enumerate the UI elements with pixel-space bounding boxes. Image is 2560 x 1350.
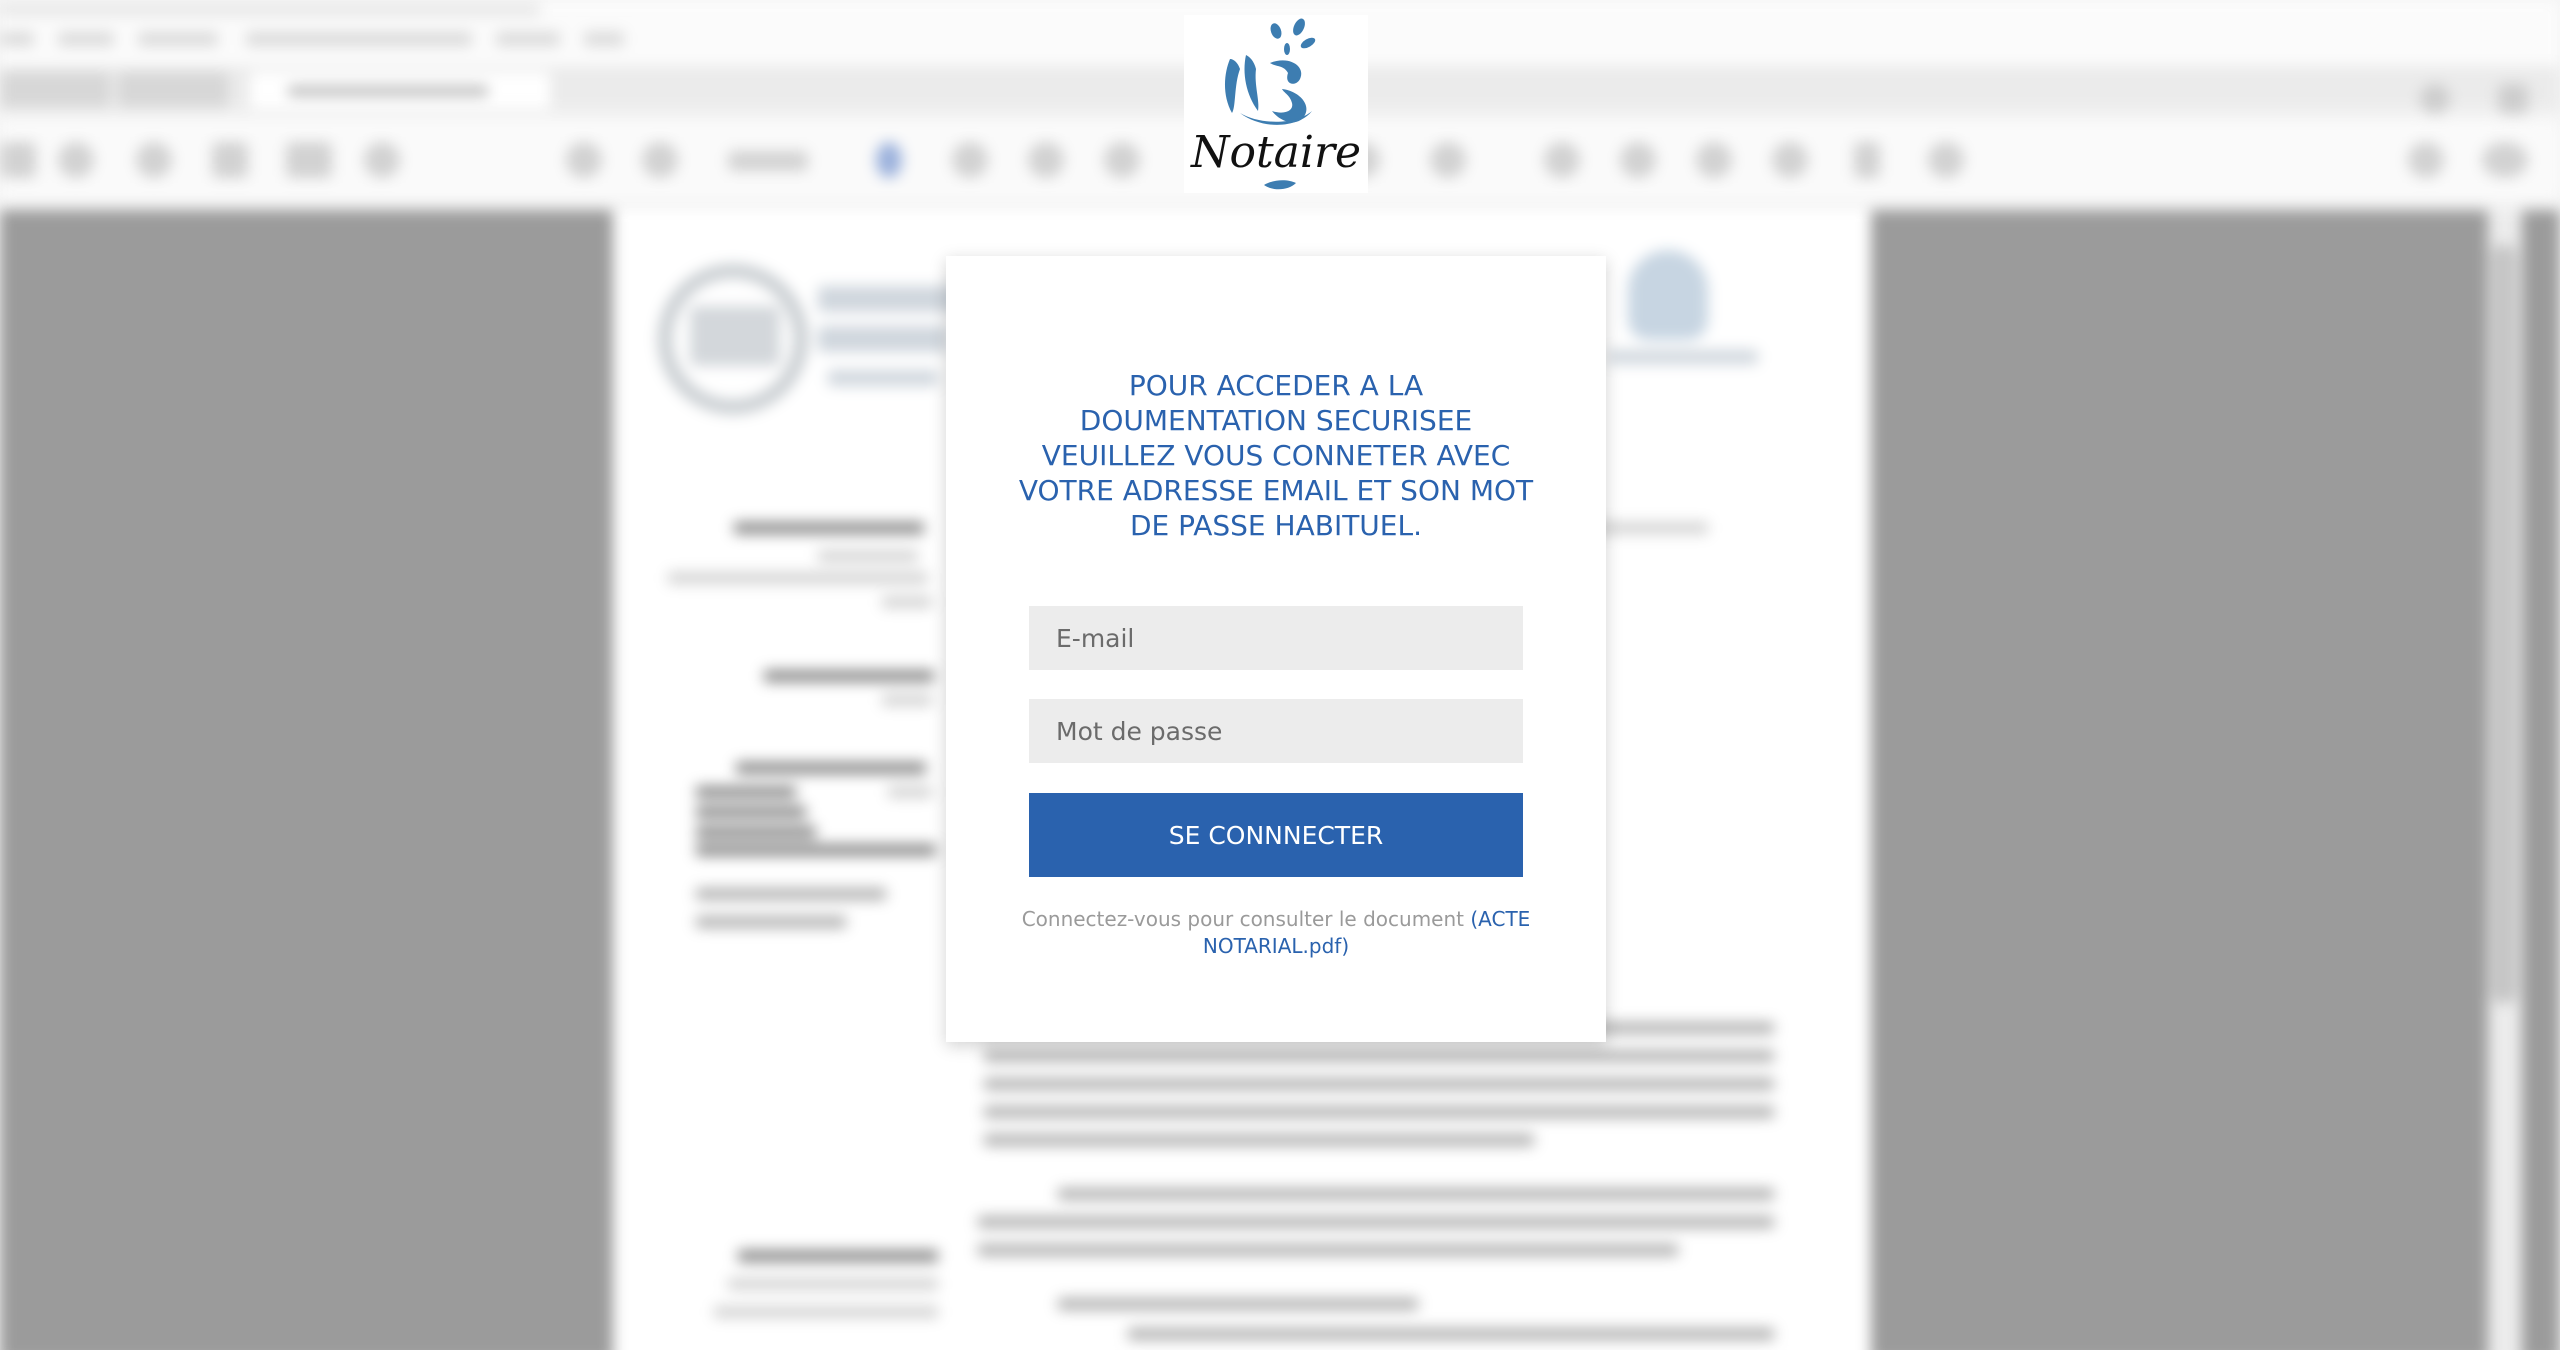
notaire-logo: Notaire [1184,15,1368,193]
bg-doc-line [734,522,924,534]
bg-menu-item [58,32,114,46]
login-hint: Connectez-vous pour consulter le documen… [1016,906,1536,960]
bg-doc-right-logo [1628,250,1708,340]
bg-doc-line [818,550,918,562]
bg-doc-line [1058,1298,1418,1310]
bg-doc-line [882,596,932,608]
bg-tab [0,72,110,108]
bg-doc-line [728,1278,938,1290]
bg-doc-logo-mark [690,306,780,366]
bg-doc-line [696,826,816,838]
bg-doc-line [984,1134,1534,1146]
bg-doc-logo-text [1608,350,1758,364]
bg-doc-line [888,786,932,798]
password-field[interactable] [1029,699,1523,763]
bg-tool-icon [1772,142,1808,178]
bg-window-title [0,4,540,16]
bg-menu-item [496,32,560,46]
bg-menu-item [584,32,624,46]
bg-tool-icon [952,142,988,178]
bg-doc-line [984,1078,1774,1090]
bg-doc-line [882,694,932,706]
bg-menu-item [138,32,218,46]
bg-notification-icon [2498,84,2528,114]
bg-doc-line [736,762,926,774]
bg-doc-line [696,844,936,856]
bg-menu-item [0,32,34,46]
bg-tool-icon [1104,142,1140,178]
bg-doc-line [1058,1188,1774,1200]
bg-doc-line [978,1216,1774,1228]
login-button[interactable]: SE CONNNECTER [1029,793,1523,877]
bg-tool-icon [2482,142,2528,178]
bg-tab-label [288,86,488,96]
bg-doc-logo-text [828,370,938,386]
bg-tab [118,72,228,108]
bg-tool-icon [2408,142,2444,178]
bg-tool-icon [1544,142,1580,178]
bg-doc-line [1128,1328,1774,1340]
bg-doc-logo-text [818,326,948,352]
bg-tool-icon [1696,142,1732,178]
bg-tool-icon [1620,142,1656,178]
bg-scrollbar-thumb [2492,244,2516,1004]
bg-doc-line [696,916,846,928]
bg-help-icon [2420,84,2450,114]
bg-doc-line [696,806,806,818]
bg-doc-line [738,1250,938,1262]
login-hint-text: Connectez-vous pour consulter le documen… [1021,907,1464,931]
bg-tool-icon [1854,142,1880,178]
bg-tool-icon [1028,142,1064,178]
bg-tool-icon [566,142,602,178]
bg-tool-icon [876,142,902,178]
login-modal: POUR ACCEDER A LA DOUMENTATION SECURISEE… [946,256,1606,1042]
bg-doc-line [668,572,928,584]
bg-tool-icon [286,142,332,178]
bg-tool-icon [212,142,248,178]
bg-doc-line [764,670,934,682]
bg-doc-line [714,1306,938,1318]
bg-tool-icon [136,142,172,178]
bg-tool-icon [1430,142,1466,178]
bg-tool-icon [0,142,36,178]
bg-doc-line [696,888,886,900]
svg-text:Notaire: Notaire [1190,127,1361,178]
bg-tool-icon [1928,142,1964,178]
bg-doc-line [984,1106,1774,1118]
email-field[interactable] [1029,606,1523,670]
bg-tool-icon [364,142,400,178]
bg-tool-icon [58,142,94,178]
notaire-logo-icon: Notaire [1190,18,1361,190]
screen: Notaire POUR ACCEDER A LA DOUMENTATION S… [0,0,2560,1350]
bg-doc-line [1588,522,1708,534]
bg-menu-item [246,32,472,46]
bg-doc-line [984,1050,1774,1062]
login-heading: POUR ACCEDER A LA DOUMENTATION SECURISEE… [1018,369,1534,542]
bg-doc-line [696,786,796,798]
bg-tool-icon [728,151,808,171]
bg-doc-line [978,1244,1678,1256]
bg-tool-icon [642,142,678,178]
